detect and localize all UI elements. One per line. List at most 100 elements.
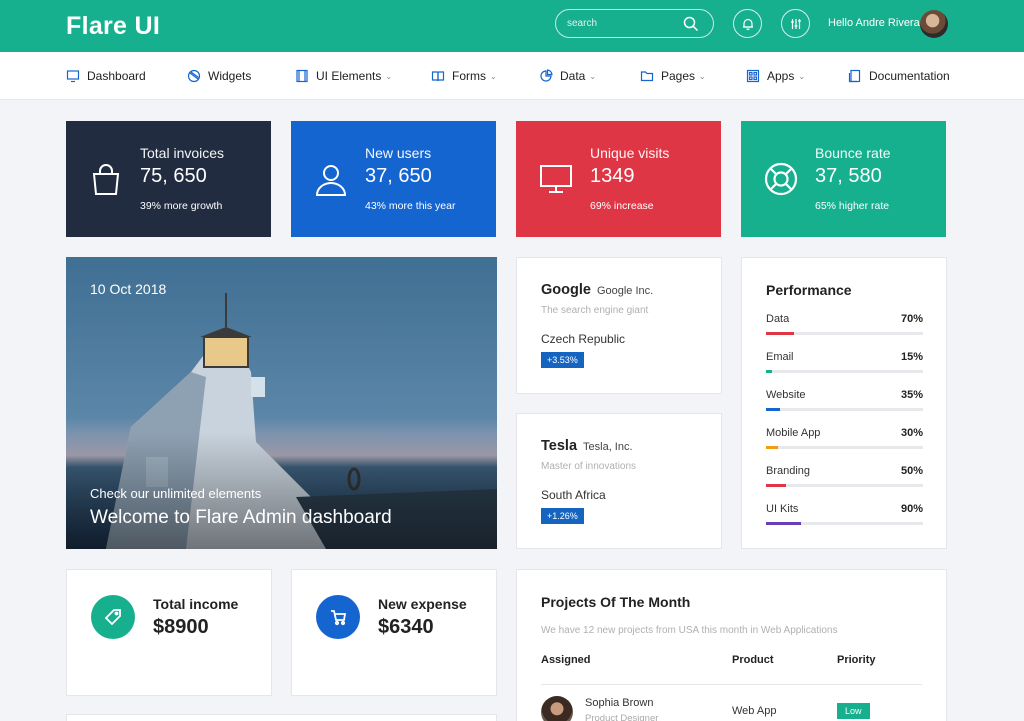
- user-avatar[interactable]: [920, 10, 948, 38]
- projects-card: Projects Of The Month We have 12 new pro…: [516, 569, 947, 721]
- stat-title: Total invoices: [140, 145, 225, 161]
- income-title: Total income: [153, 596, 239, 612]
- nav-item-data[interactable]: Data ⌄: [539, 69, 596, 83]
- tag-icon: [91, 595, 135, 639]
- film-icon: [296, 69, 308, 83]
- performance-label: Branding: [766, 465, 811, 477]
- user-greeting[interactable]: Hello Andre Rivera: [828, 17, 920, 29]
- company-legal-name: Google Inc.: [596, 285, 654, 297]
- book-icon: [431, 71, 445, 82]
- brand-logo[interactable]: Flare UI: [66, 12, 160, 41]
- company-legal-name: Tesla, Inc.: [583, 441, 633, 453]
- progress-fill: [766, 484, 786, 487]
- stat-value: 37, 650: [365, 165, 432, 187]
- growth-badge: +3.53%: [541, 352, 584, 368]
- notifications-button[interactable]: [733, 9, 762, 38]
- company-name: Tesla Tesla, Inc.: [541, 438, 633, 454]
- progress-fill: [766, 446, 778, 449]
- nav-label: Widgets: [208, 69, 252, 83]
- chevron-down-icon: ⌄: [385, 71, 393, 81]
- stat-value: 1349: [590, 165, 635, 187]
- nav-label: Dashboard: [87, 69, 146, 83]
- user-icon: [315, 165, 347, 196]
- widgets-icon: [187, 69, 201, 83]
- stat-card-unique-visits[interactable]: Unique visits 1349 69% increase: [516, 121, 721, 237]
- income-card[interactable]: Total income $8900: [66, 569, 272, 696]
- expense-card[interactable]: New expense $6340: [291, 569, 497, 696]
- column-header-priority: Priority: [837, 654, 876, 666]
- performance-row: UI Kits 90%: [766, 503, 923, 525]
- performance-label: Website: [766, 389, 806, 401]
- nav-item-widgets[interactable]: Widgets: [187, 69, 251, 83]
- hero-date: 10 Oct 2018: [90, 281, 167, 297]
- progress-track: [766, 484, 923, 487]
- column-header-assigned: Assigned: [541, 654, 591, 666]
- company-tagline: Master of innovations: [541, 461, 637, 472]
- performance-title: Performance: [766, 282, 852, 298]
- nav-item-apps[interactable]: Apps ⌄: [746, 69, 805, 83]
- hero-subtitle: Check our unlimited elements: [90, 486, 262, 501]
- nav-item-dashboard[interactable]: Dashboard: [66, 69, 146, 83]
- stat-card-invoices[interactable]: Total invoices 75, 650 39% more growth: [66, 121, 271, 237]
- company-country: Czech Republic: [541, 332, 626, 346]
- income-value: $8900: [153, 616, 209, 638]
- grid-icon: [746, 69, 760, 83]
- performance-value: 15%: [900, 351, 923, 363]
- stat-card-new-users[interactable]: New users 37, 650 43% more this year: [291, 121, 496, 237]
- monitor-icon: [66, 70, 80, 83]
- stat-subtext: 43% more this year: [365, 200, 456, 212]
- chevron-down-icon: ⌄: [798, 71, 806, 81]
- lifebuoy-icon: [764, 162, 798, 196]
- expense-title: New expense: [378, 596, 467, 612]
- progress-track: [766, 446, 923, 449]
- chevron-down-icon: ⌄: [490, 71, 497, 81]
- nav-label: Documentation: [869, 69, 950, 83]
- expense-value: $6340: [378, 616, 434, 638]
- nav-item-forms[interactable]: Forms ⌄: [431, 69, 497, 83]
- settings-button[interactable]: [781, 9, 810, 38]
- performance-label: Data: [766, 313, 790, 325]
- performance-card: Performance Data 70% Email 15% Website 3…: [741, 257, 947, 549]
- assignee-name: Sophia Brown: [585, 697, 654, 709]
- stat-title: Unique visits: [590, 145, 670, 161]
- search-box[interactable]: search: [555, 9, 714, 38]
- performance-value: 90%: [900, 503, 923, 515]
- next-card: [66, 714, 497, 721]
- nav-label: Data: [560, 69, 586, 83]
- progress-fill: [766, 370, 772, 373]
- progress-track: [766, 370, 923, 373]
- stat-card-bounce-rate[interactable]: Bounce rate 37, 580 65% higher rate: [741, 121, 946, 237]
- nav-item-documentation[interactable]: Documentation: [848, 69, 950, 83]
- company-card-google[interactable]: Google Google Inc. The search engine gian…: [516, 257, 722, 394]
- pie-icon: [540, 69, 553, 82]
- hero-banner[interactable]: 10 Oct 2018 Check our unlimited elements…: [66, 257, 497, 549]
- top-bar: Flare UI search Hello Andre Rivera: [0, 0, 1024, 52]
- folder-icon: [640, 71, 654, 82]
- main-nav: Dashboard Widgets UI Elements ⌄ Forms ⌄ Da…: [0, 52, 1024, 100]
- document-icon: [848, 69, 861, 83]
- hero-title: Welcome to Flare Admin dashboard: [90, 507, 392, 528]
- performance-row: Branding 50%: [766, 465, 923, 487]
- company-country: South Africa: [541, 488, 606, 502]
- nav-label: UI Elements: [316, 69, 382, 83]
- project-product: Web App: [732, 705, 777, 717]
- search-icon[interactable]: [683, 16, 699, 32]
- shopping-bag-icon: [92, 164, 120, 195]
- performance-value: 30%: [900, 427, 923, 439]
- nav-item-pages[interactable]: Pages ⌄: [640, 69, 706, 83]
- company-name: Google Google Inc.: [541, 282, 654, 298]
- performance-label: Mobile App: [766, 427, 821, 439]
- nav-label: Forms: [452, 69, 486, 83]
- progress-fill: [766, 522, 802, 525]
- performance-label: UI Kits: [766, 503, 799, 515]
- company-card-tesla[interactable]: Tesla Tesla, Inc. Master of innovations S…: [516, 413, 722, 549]
- nav-item-ui-elements[interactable]: UI Elements ⌄: [295, 69, 392, 83]
- performance-value: 35%: [900, 389, 923, 401]
- nav-label: Pages: [661, 69, 696, 83]
- sliders-icon: [790, 18, 801, 29]
- projects-description: We have 12 new projects from USA this mo…: [541, 625, 838, 636]
- stat-subtext: 39% more growth: [140, 200, 223, 212]
- progress-fill: [766, 332, 794, 335]
- column-header-product: Product: [732, 654, 774, 666]
- stat-title: Bounce rate: [815, 145, 891, 161]
